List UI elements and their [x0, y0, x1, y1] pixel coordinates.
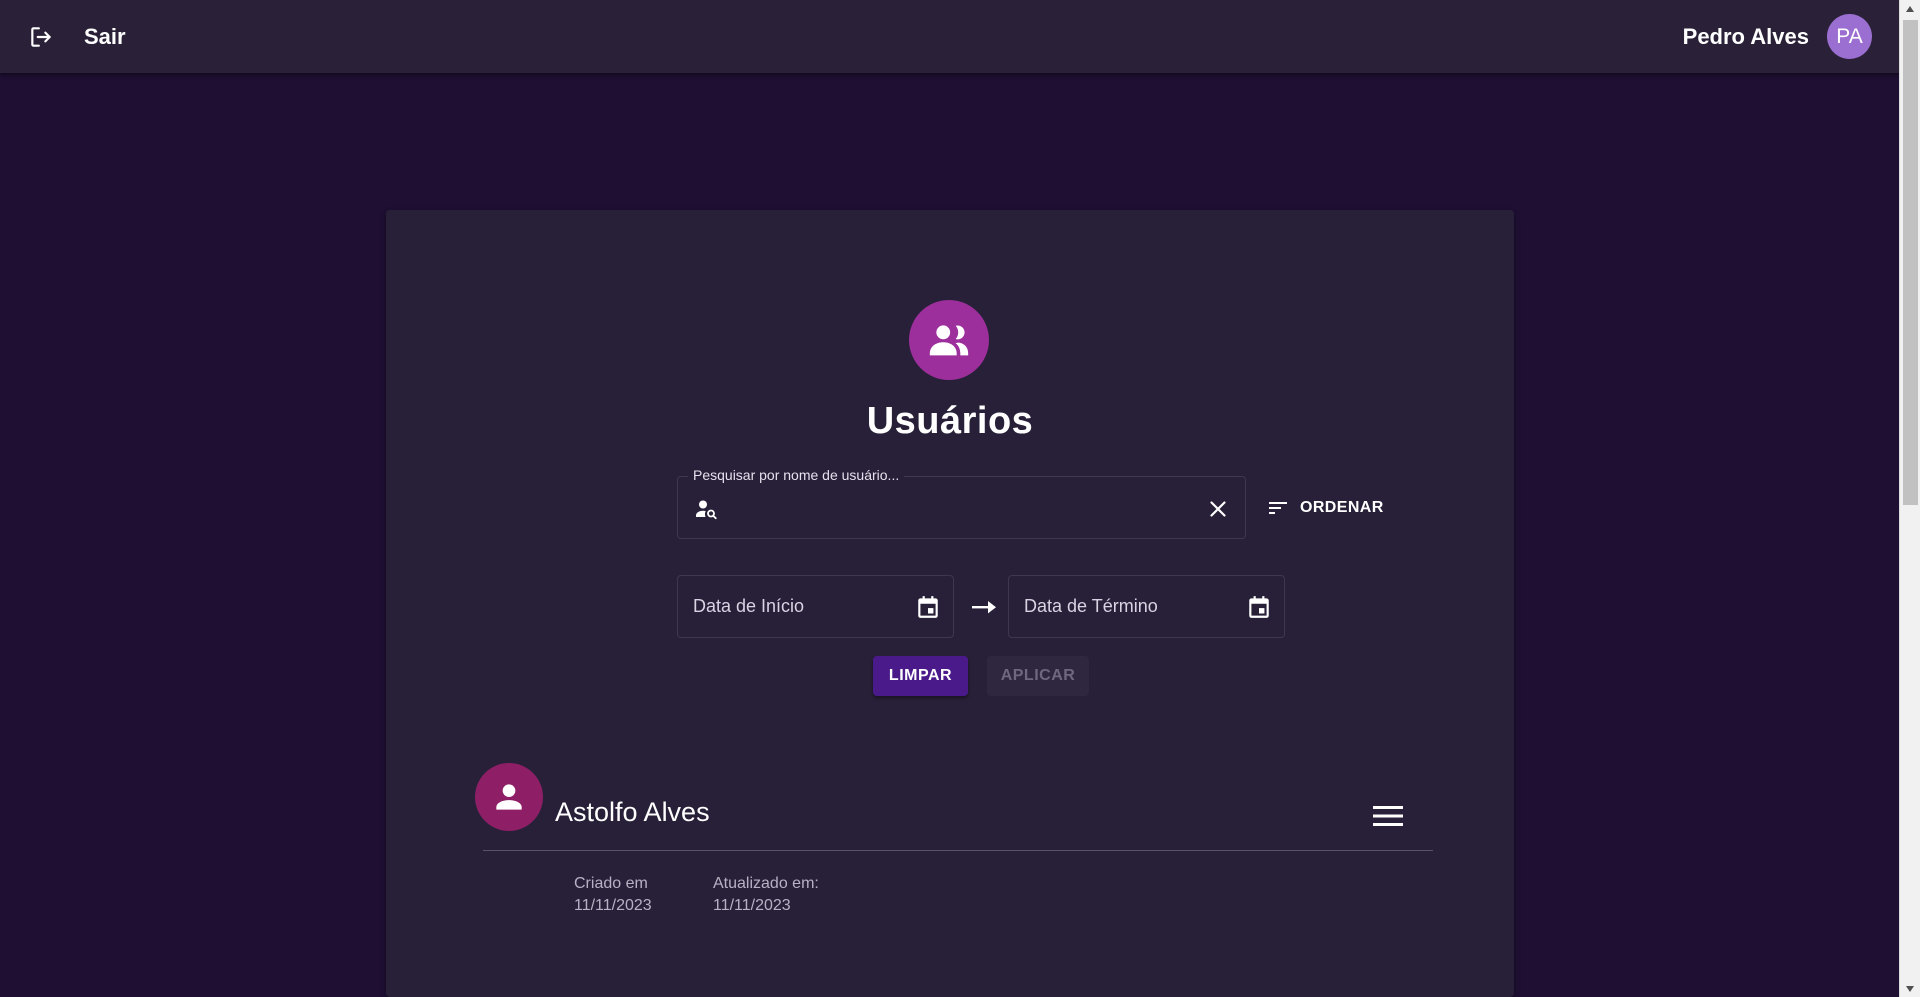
users-card: Usuários Pesquisar por nome de usuário..…	[386, 210, 1514, 997]
page-scrollbar[interactable]	[1899, 0, 1920, 997]
user-menu[interactable]: Pedro Alves PA	[1683, 14, 1872, 59]
apply-button[interactable]: APLICAR	[987, 656, 1089, 696]
start-date-placeholder: Data de Início	[693, 596, 805, 616]
list-item: Astolfo Alves Criado em 11/11/2023 Atual…	[475, 763, 1433, 923]
search-label: Pesquisar por nome de usuário...	[688, 467, 905, 483]
updated-info: Atualizado em: 11/11/2023	[713, 873, 819, 917]
logout-icon	[31, 26, 51, 47]
sort-button[interactable]: ORDENAR	[1266, 490, 1384, 526]
calendar-icon[interactable]	[1246, 594, 1272, 620]
sort-button-label: ORDENAR	[1300, 499, 1384, 516]
menu-icon[interactable]	[1371, 801, 1405, 831]
avatar[interactable]: PA	[1827, 14, 1872, 59]
created-label: Criado em	[574, 875, 648, 892]
search-input[interactable]	[732, 489, 1172, 527]
person-search-icon	[696, 500, 717, 520]
users-hero-badge	[909, 300, 989, 380]
clear-button[interactable]: LIMPAR	[873, 656, 968, 696]
user-avatar	[475, 763, 543, 831]
logout-label: Sair	[84, 23, 126, 49]
list-item-divider	[483, 850, 1433, 851]
end-date-field[interactable]: Data de Término	[1008, 575, 1285, 638]
scrollbar-thumb[interactable]	[1903, 20, 1918, 505]
page-title: Usuários	[866, 400, 1034, 442]
sort-icon	[1269, 502, 1287, 514]
search-field[interactable]: Pesquisar por nome de usuário...	[677, 467, 1246, 539]
scroll-up-arrow-icon[interactable]	[1900, 0, 1920, 17]
user-name-label: Astolfo Alves	[555, 797, 710, 827]
calendar-icon[interactable]	[915, 594, 941, 620]
updated-label: Atualizado em:	[713, 875, 819, 892]
user-name: Pedro Alves	[1682, 23, 1809, 49]
person-icon	[496, 784, 522, 810]
scroll-down-arrow-icon[interactable]	[1900, 980, 1920, 997]
start-date-field[interactable]: Data de Início	[677, 575, 954, 638]
close-icon[interactable]	[1205, 496, 1231, 522]
logout-button[interactable]: Sair	[28, 24, 126, 50]
updated-date: 11/11/2023	[713, 897, 791, 914]
created-date: 11/11/2023	[574, 897, 652, 914]
created-info: Criado em 11/11/2023	[574, 873, 652, 917]
app-bar: Sair Pedro Alves PA	[0, 0, 1899, 73]
arrow-right-icon	[972, 601, 996, 614]
group-icon	[929, 325, 969, 356]
end-date-placeholder: Data de Término	[1024, 596, 1158, 616]
